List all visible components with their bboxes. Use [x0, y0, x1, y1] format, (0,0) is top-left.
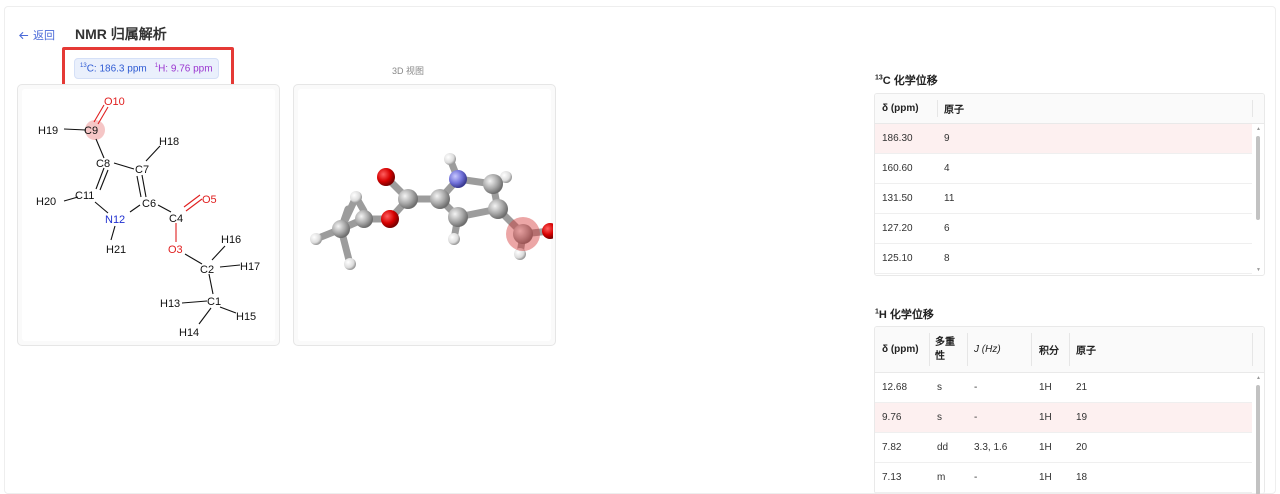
cell-multiplicity: m: [937, 472, 946, 483]
atom-label-c9: C9: [84, 125, 98, 137]
col-header-atom[interactable]: 原子: [1076, 327, 1096, 372]
atom-label-h18: H18: [159, 136, 179, 148]
cell-shift: 7.13: [882, 472, 902, 483]
c13-shift-table: δ (ppm) 原子 186.30 9 160.60 4 131.50 11 1…: [874, 93, 1265, 276]
cell-shift: 7.82: [882, 442, 902, 453]
cell-atom: 20: [1076, 442, 1088, 453]
cell-atom: 6: [944, 223, 950, 234]
table-row[interactable]: 7.13 m - 1H 18: [875, 463, 1252, 493]
col-header-atom[interactable]: 原子: [944, 94, 964, 123]
cell-multiplicity: s: [937, 382, 942, 393]
scroll-down-arrow-icon: ▼: [1256, 267, 1261, 273]
atom-label-n12: N12: [105, 214, 125, 226]
cell-j: -: [974, 382, 978, 393]
atom-label-c2: C2: [200, 264, 214, 276]
atom-label-h14: H14: [179, 327, 199, 339]
atom-label-h17: H17: [240, 261, 260, 273]
cell-shift: 9.76: [882, 412, 902, 423]
cell-shift: 186.30: [882, 133, 913, 144]
atom-label-c8: C8: [96, 158, 110, 170]
cell-shift: 125.10: [882, 253, 913, 264]
cell-atom: 4: [944, 163, 950, 174]
atom-label-o3: O3: [168, 244, 183, 256]
atom-label-h16: H16: [221, 234, 241, 246]
c13-shift-label: 13C: 186.3 ppm: [80, 62, 147, 75]
back-button[interactable]: 返回: [18, 27, 55, 43]
cell-atom: 9: [944, 133, 950, 144]
back-label: 返回: [33, 30, 55, 42]
h1-scrollbar[interactable]: ▲: [1254, 373, 1262, 494]
atom-label-o10: O10: [104, 96, 125, 108]
cell-integral: 1H: [1039, 472, 1052, 483]
table-row[interactable]: 125.10 8: [875, 244, 1252, 274]
col-header-multiplicity-line2: 性: [935, 350, 945, 362]
h1-shift-label: 1H: 9.76 ppm: [154, 62, 213, 75]
atom-label-h20: H20: [36, 196, 56, 208]
table-row[interactable]: 9.76 s - 1H 19: [875, 403, 1252, 433]
cell-integral: 1H: [1039, 382, 1052, 393]
col-header-integral[interactable]: 积分: [1039, 327, 1059, 372]
cell-j: 3.3, 1.6: [974, 442, 1008, 453]
page-title: NMR 归属解析: [75, 26, 167, 42]
table-header: δ (ppm) 多重 性 J (Hz) 积分 原子: [875, 327, 1264, 373]
col-header-shift[interactable]: δ (ppm): [882, 327, 919, 372]
cell-atom: 19: [1076, 412, 1088, 423]
scroll-up-arrow-icon: ▲: [1256, 126, 1261, 132]
col-header-multiplicity[interactable]: 多重 性: [935, 327, 955, 372]
atom-label-h15: H15: [236, 311, 256, 323]
cell-j: -: [974, 412, 978, 423]
table-row[interactable]: 7.82 dd 3.3, 1.6 1H 20: [875, 433, 1252, 463]
table-row[interactable]: 186.30 9: [875, 124, 1252, 154]
cell-integral: 1H: [1039, 412, 1052, 423]
scroll-thumb: [1256, 385, 1260, 494]
shift-badge: 13C: 186.3 ppm 1H: 9.76 ppm: [74, 58, 219, 79]
cell-shift: 160.60: [882, 163, 913, 174]
atom-label-h21: H21: [106, 244, 126, 256]
scroll-thumb: [1256, 136, 1260, 220]
cell-shift: 131.50: [882, 193, 913, 204]
atom-label-c11: C11: [75, 190, 94, 202]
atom-label-h13: H13: [160, 298, 180, 310]
scroll-up-arrow-icon: ▲: [1256, 375, 1261, 381]
col-header-multiplicity-line1: 多重: [935, 336, 955, 348]
table-row[interactable]: 12.68 s - 1H 21: [875, 373, 1252, 403]
table-row[interactable]: 160.60 4: [875, 154, 1252, 184]
c13-scrollbar[interactable]: ▲ ▼: [1254, 124, 1262, 275]
cell-shift: 12.68: [882, 382, 908, 393]
col-header-shift[interactable]: δ (ppm): [882, 94, 919, 123]
table-header: δ (ppm) 原子: [875, 94, 1264, 124]
cell-integral: 1H: [1039, 442, 1052, 453]
atom-label-c4: C4: [169, 213, 183, 225]
structure-3d-render: [310, 153, 558, 270]
table-row[interactable]: 127.20 6: [875, 214, 1252, 244]
structure-2d-card[interactable]: O10 H19 C9 H18 C8 C7 H20 C11 C6 O5 N12 C…: [17, 84, 280, 346]
table-row[interactable]: 131.50 11: [875, 184, 1252, 214]
atom-label-c1: C1: [207, 296, 221, 308]
cell-shift: 127.20: [882, 223, 913, 234]
cell-atom: 11: [944, 193, 955, 204]
cell-atom: 8: [944, 253, 950, 264]
cell-multiplicity: dd: [937, 442, 949, 453]
cell-j: -: [974, 472, 978, 483]
cell-atom: 18: [1076, 472, 1088, 483]
col-header-j[interactable]: J (Hz): [974, 327, 1001, 372]
atom-label-o5: O5: [202, 194, 217, 206]
structure-3d-card[interactable]: [293, 84, 558, 346]
h1-shift-table: δ (ppm) 多重 性 J (Hz) 积分 原子 12.68 s - 1H 2…: [874, 326, 1265, 494]
cell-multiplicity: s: [937, 412, 942, 423]
cell-atom: 21: [1076, 382, 1088, 393]
h1-section-title: 1H 化学位移: [875, 308, 934, 321]
arrow-left-icon: [19, 31, 29, 39]
structure-2d-drawing: O10 H19 C9 H18 C8 C7 H20 C11 C6 O5 N12 C…: [36, 96, 260, 339]
atom-label-c6: C6: [142, 198, 156, 210]
atom-label-c7: C7: [135, 164, 149, 176]
c13-section-title: 13C 化学位移: [875, 74, 938, 87]
atom-label-h19: H19: [38, 125, 58, 137]
view-3d-label: 3D 视图: [392, 66, 425, 76]
